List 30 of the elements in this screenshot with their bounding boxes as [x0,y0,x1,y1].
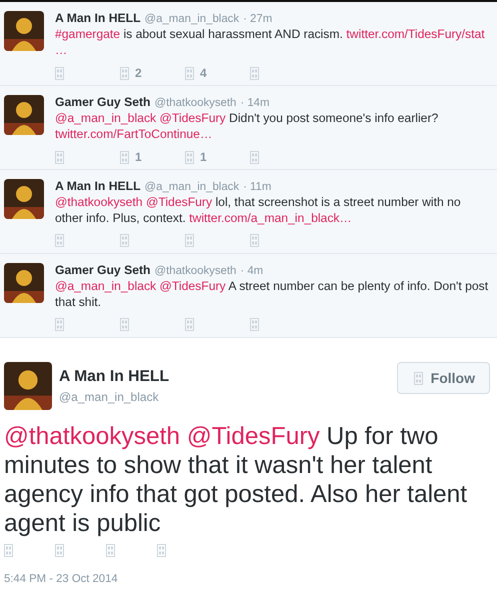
author-handle[interactable]: @a_man_in_black [59,390,390,404]
author-name[interactable]: A Man In HELL [55,179,141,193]
avatar [4,11,44,51]
avatar [4,362,52,410]
follow-button[interactable]: Follow [396,362,490,394]
favorite-count: 1 [200,150,207,164]
author-name[interactable]: Gamer Guy Seth [55,263,151,277]
author-name[interactable]: A Man In HELL [59,368,390,386]
avatar [4,95,44,135]
tweet-text: @a_man_in_black @TidesFury A street number can be plenty of info. Don't post that shit. [55,278,490,310]
tweet-date: 5:44 PM - 23 Oct 2014 [4,573,119,585]
avatar [4,179,44,219]
author-name[interactable]: Gamer Guy Seth [55,95,151,109]
author-handle[interactable]: @a_man_in_black [144,13,240,25]
tweet-text: #gamergate is about sexual harassment AND racism. twitter.com/TidesFury/stat … [55,26,486,58]
tweet-time[interactable]: · 4m [240,265,264,277]
tweet-time[interactable]: · 14m [240,97,270,109]
author-handle[interactable]: @thatkookyseth [154,265,236,277]
author-handle[interactable]: @a_man_in_black [144,181,240,193]
retweet-count: 2 [135,66,142,80]
favorite-count: 4 [200,66,207,80]
author-handle[interactable]: @thatkookyseth [154,97,236,109]
tweet-text: @thatkookyseth @TidesFury lol, that screenshot is a street number with no other info. Plus, context. twitter.com/a_man_in_black… [55,194,462,226]
avatar [4,263,44,303]
tweet-text: @thatkookyseth @TidesFury Up for two minutes to show that it wasn't her talent agency info that got posted. Also her talent agent is public [4,422,468,538]
tweet-text: @a_man_in_black @TidesFury Didn't you post someone's info earlier? twitter.com/FartToContinue… [55,110,440,142]
tweet-time[interactable]: · 27m [243,13,272,25]
tweet-time[interactable]: · 11m [243,181,272,193]
retweet-count: 1 [135,150,142,164]
author-name[interactable]: A Man In HELL [55,11,141,25]
